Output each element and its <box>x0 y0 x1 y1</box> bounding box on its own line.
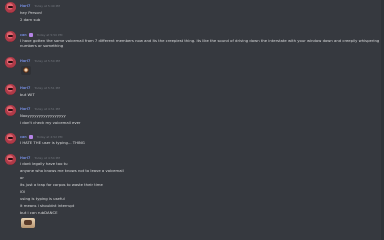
message-timestamp: Today at 5:51 PM <box>34 85 61 90</box>
message-text: hey Person! <box>20 10 43 15</box>
message-text: I have gotten the same voicemail from 7 … <box>20 38 380 48</box>
message-text: using is typing is useful <box>20 196 65 201</box>
message-timestamp: Today at 5:50 PM <box>34 58 61 63</box>
chat-message-list: Harl7 Today at 5:49 PM hey Person! 2 dar… <box>0 0 384 240</box>
message-timestamp: Today at 5:50 PM <box>36 32 63 37</box>
message-header: Harl7 Today at 4:54 PM <box>20 154 60 161</box>
username[interactable]: Harl7 <box>20 156 30 160</box>
face-emoji-icon <box>21 66 31 75</box>
message-text: i don't check my voicemail ever <box>20 120 81 125</box>
username[interactable]: Harl7 <box>20 59 30 63</box>
message-header: Harl7 Today at 4:51 PM <box>20 105 60 112</box>
message-header: can Today at 5:50 PM <box>20 31 62 38</box>
message-timestamp: Today at 4:51 PM <box>34 106 61 111</box>
message-text: or <box>20 175 24 180</box>
user-avatar[interactable] <box>5 84 16 95</box>
user-avatar[interactable] <box>5 133 16 144</box>
message-timestamp: Today at 4:52 PM <box>36 134 63 139</box>
message-header: Harl7 Today at 5:50 PM <box>20 57 60 64</box>
message-text: Nooyyyyyyyyyyyyyyyyy <box>20 113 66 118</box>
message-header: Harl7 Today at 5:49 PM <box>20 2 60 9</box>
user-avatar[interactable] <box>5 31 16 42</box>
message-text: i dont legally have too tu <box>20 161 68 166</box>
user-avatar[interactable] <box>5 2 16 13</box>
message-text: I HATE THE user is typing... THING <box>20 140 85 145</box>
user-avatar[interactable] <box>5 105 16 116</box>
message-header: Harl7 Today at 5:51 PM <box>20 84 60 91</box>
username[interactable]: Harl7 <box>20 86 30 90</box>
message-text: but WIT <box>20 92 35 97</box>
role-badge-icon <box>28 32 33 37</box>
message-timestamp: Today at 5:49 PM <box>34 3 61 8</box>
message-text: its just a trap for corpos to waste thei… <box>20 182 103 187</box>
username[interactable]: Harl7 <box>20 4 30 8</box>
message-header: can Today at 4:52 PM <box>20 133 62 140</box>
message-text: lOl <box>20 189 26 194</box>
message-text: it means i shouldnt interrupt <box>20 203 75 208</box>
message-text: but i can rubDANCE <box>20 210 58 215</box>
dancing-sticker-icon <box>21 218 35 228</box>
user-avatar[interactable] <box>5 57 16 68</box>
username[interactable]: Harl7 <box>20 107 30 111</box>
role-badge-icon <box>28 134 33 139</box>
message-text: anyone who knows me knows not to leave a… <box>20 168 124 173</box>
user-avatar[interactable] <box>5 154 16 165</box>
username[interactable]: can <box>20 33 27 37</box>
message-timestamp: Today at 4:54 PM <box>34 155 61 160</box>
username[interactable]: can <box>20 135 27 139</box>
message-text: 2 darn sub <box>20 17 41 22</box>
